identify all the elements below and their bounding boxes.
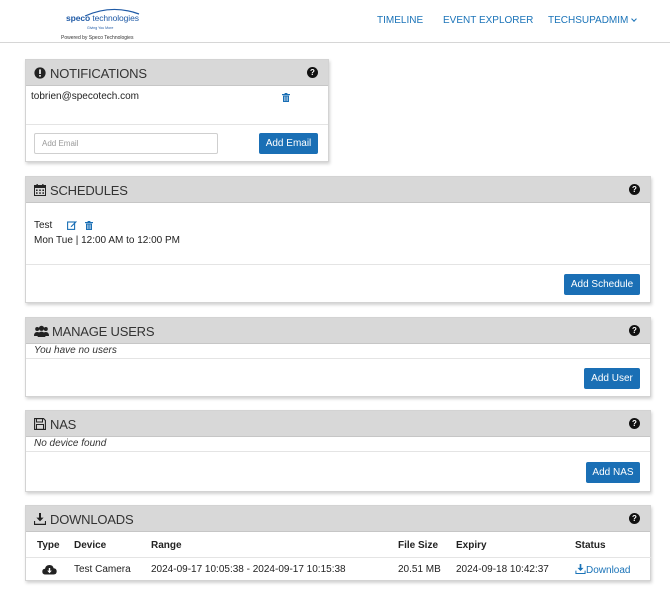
nav-timeline[interactable]: TIMELINE xyxy=(377,15,423,26)
add-nas-button[interactable]: Add NAS xyxy=(586,462,640,483)
range-cell: 2024-09-17 10:05:38 - 2024-09-17 10:15:3… xyxy=(151,556,398,582)
nas-title: NAS xyxy=(50,417,77,432)
downloads-table: Type Device Range File Size Expiry Statu… xyxy=(26,534,652,582)
notification-email: tobrien@specotech.com xyxy=(31,91,139,102)
downloads-title: DOWNLOADS xyxy=(50,512,134,527)
help-icon[interactable]: ? xyxy=(629,513,640,524)
chevron-down-icon xyxy=(631,16,638,22)
top-navbar: speco technologies Giving You More Power… xyxy=(0,0,670,43)
divider xyxy=(26,264,650,265)
logo-brand-bold: speco xyxy=(66,13,91,23)
logo-tagline: Giving You More xyxy=(87,26,114,30)
trash-icon[interactable] xyxy=(282,93,290,102)
speco-logo[interactable]: speco technologies Giving You More Power… xyxy=(58,8,154,42)
column-header-file-size: File Size xyxy=(398,539,439,551)
cloud-download-icon xyxy=(42,565,57,575)
download-icon xyxy=(575,563,586,574)
trash-icon[interactable] xyxy=(85,221,93,230)
logo-brand: speco technologies xyxy=(66,13,139,23)
manage-users-header: MANAGE USERS ? xyxy=(26,318,650,344)
schedules-header: SCHEDULES ? xyxy=(26,177,650,203)
divider xyxy=(26,124,328,125)
download-link[interactable]: Download xyxy=(575,563,631,576)
column-header-status: Status xyxy=(575,539,606,551)
add-user-button[interactable]: Add User xyxy=(584,368,640,389)
nav-user-menu-label: TECHSUPADMIM xyxy=(548,15,629,26)
add-email-input[interactable] xyxy=(34,133,218,154)
download-link-label: Download xyxy=(586,564,631,576)
help-icon[interactable]: ? xyxy=(629,184,640,195)
type-cell xyxy=(26,556,74,582)
column-header-expiry: Expiry xyxy=(456,539,487,551)
logo-powered-by: Powered by Speco Technologies xyxy=(61,35,134,41)
floppy-disk-icon xyxy=(34,418,46,430)
download-icon xyxy=(34,513,46,525)
file-size-cell: 20.51 MB xyxy=(398,556,456,582)
divider xyxy=(26,451,650,452)
table-header-row: Type Device Range File Size Expiry Statu… xyxy=(26,534,652,557)
device-cell: Test Camera xyxy=(74,556,151,582)
help-icon[interactable]: ? xyxy=(307,67,318,78)
schedule-detail: Mon Tue | 12:00 AM to 12:00 PM xyxy=(34,235,181,246)
users-icon xyxy=(34,325,49,337)
exclamation-circle-icon xyxy=(34,67,46,79)
schedules-title: SCHEDULES xyxy=(50,183,128,198)
column-header-type: Type xyxy=(37,539,60,551)
calendar-icon xyxy=(34,184,46,196)
nas-empty-text: No device found xyxy=(34,438,107,449)
nas-panel: NAS ? No device found Add NAS xyxy=(25,410,651,492)
help-icon[interactable]: ? xyxy=(629,325,640,336)
divider xyxy=(26,358,650,359)
manage-users-panel: MANAGE USERS ? You have no users Add Use… xyxy=(25,317,651,397)
users-empty-text: You have no users xyxy=(34,345,117,356)
schedule-name: Test xyxy=(34,220,53,231)
logo-brand-light: technologies xyxy=(92,13,139,23)
edit-icon[interactable] xyxy=(67,220,77,230)
nav-user-menu[interactable]: TECHSUPADMIM xyxy=(548,15,638,26)
column-header-range: Range xyxy=(151,539,182,551)
schedules-panel: SCHEDULES ? Test Mon Tue | 12:00 AM to 1… xyxy=(25,176,651,303)
notifications-header: NOTIFICATIONS ? xyxy=(26,60,328,86)
column-header-device: Device xyxy=(74,539,107,551)
notifications-title: NOTIFICATIONS xyxy=(50,66,147,81)
expiry-cell: 2024-09-18 10:42:37 xyxy=(456,556,575,582)
downloads-panel: DOWNLOADS ? Type Device Range File Size … xyxy=(25,505,652,582)
add-email-button[interactable]: Add Email xyxy=(259,133,318,154)
table-row: Test Camera 2024-09-17 10:05:38 - 2024-0… xyxy=(26,556,652,582)
downloads-header: DOWNLOADS ? xyxy=(26,506,650,532)
add-schedule-button[interactable]: Add Schedule xyxy=(564,274,640,295)
help-icon[interactable]: ? xyxy=(629,418,640,429)
nav-event-explorer[interactable]: EVENT EXPLORER xyxy=(443,15,533,26)
status-cell: Download xyxy=(575,556,652,582)
nas-header: NAS ? xyxy=(26,411,650,437)
notifications-panel: NOTIFICATIONS ? tobrien@specotech.com Ad… xyxy=(25,59,329,162)
manage-users-title: MANAGE USERS xyxy=(52,324,155,339)
